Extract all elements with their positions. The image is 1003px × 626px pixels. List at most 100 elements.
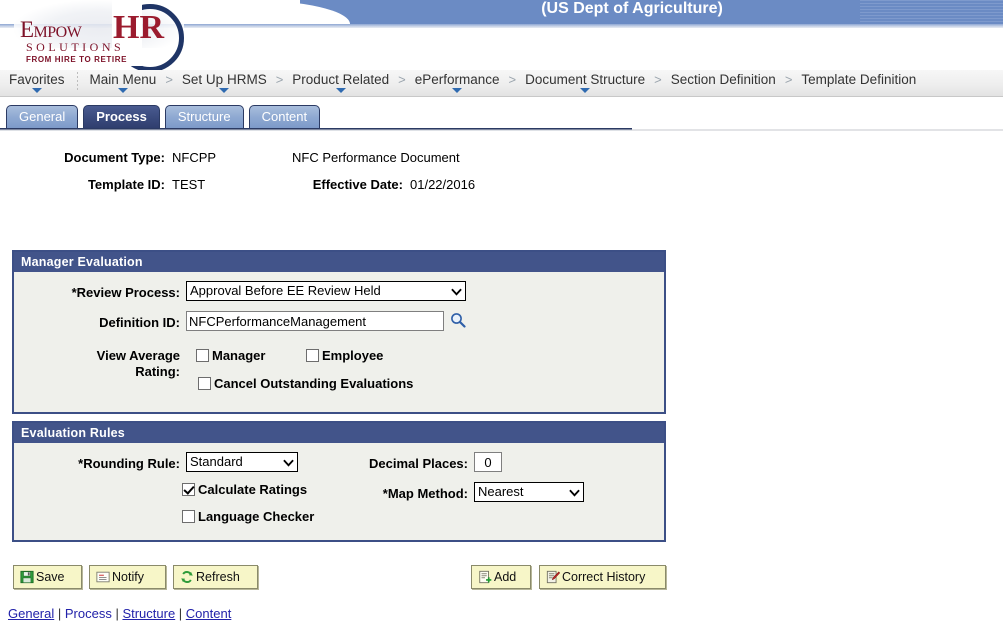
document-type-description: NFC Performance Document (292, 150, 460, 165)
employee-checkbox-label: Employee (322, 348, 384, 363)
manager-evaluation-title: Manager Evaluation (14, 252, 664, 272)
chevron-down-icon[interactable] (452, 88, 463, 93)
breadcrumb: Favorites Main Menu > Set Up HRMS > Product R… (0, 70, 1003, 97)
page-header: (US Dept of Agriculture) Empow HR SOLUTI… (0, 0, 1003, 70)
evaluation-rules-body: *Rounding Rule: Standard Decimal Places:… (14, 443, 664, 536)
tab-content[interactable]: Content (248, 105, 321, 128)
manager-checkbox-row[interactable]: Manager (196, 348, 265, 363)
chevron-down-icon (569, 489, 580, 497)
add-button[interactable]: Add (471, 565, 531, 589)
document-type-value: NFCPP (172, 150, 217, 165)
footer-link-content[interactable]: Content (186, 606, 232, 621)
effective-date-value: 01/22/2016 (410, 177, 476, 192)
breadcrumb-item-label: Favorites (9, 72, 65, 87)
correct-history-button-label: Correct History (562, 570, 646, 584)
breadcrumb-item-set-up-hrms[interactable]: Set Up HRMS (175, 70, 274, 96)
breadcrumb-divider (76, 72, 78, 90)
tab-underline (0, 128, 632, 131)
breadcrumb-separator: > (508, 72, 517, 87)
add-document-icon (478, 570, 492, 584)
chevron-down-icon[interactable] (335, 88, 346, 93)
save-button[interactable]: Save (13, 565, 82, 589)
save-button-label: Save (36, 570, 65, 584)
correct-history-pencil-icon (546, 570, 561, 584)
empowhr-logo[interactable]: Empow HR SOLUTIONS FROM HIRE TO RETIRE (8, 0, 208, 70)
tab-process[interactable]: Process (83, 105, 160, 128)
footer-link-general[interactable]: General (8, 606, 54, 621)
employee-checkbox-row[interactable]: Employee (306, 348, 383, 363)
footer-links: General | Process | Structure | Content (8, 606, 231, 622)
cancel-outstanding-checkbox-row[interactable]: Cancel Outstanding Evaluations (198, 376, 413, 391)
rounding-rule-value: Standard (190, 454, 243, 469)
breadcrumb-item-section-definition[interactable]: Section Definition (664, 70, 783, 96)
header-stripe-pattern (860, 0, 1003, 24)
effective-date-label: Effective Date: (312, 177, 403, 192)
breadcrumb-item-label: Set Up HRMS (181, 72, 267, 87)
lookup-search-icon[interactable] (450, 312, 466, 328)
tab-structure[interactable]: Structure (164, 105, 244, 128)
manager-checkbox[interactable] (196, 349, 209, 362)
template-id-row: Template ID: TEST Effective Date: 01/22/… (0, 170, 1003, 196)
logo-solutions-text: SOLUTIONS (26, 40, 125, 54)
view-average-rating-label-line2: Rating: (135, 364, 180, 379)
correct-history-button[interactable]: Correct History (539, 565, 666, 589)
rounding-rule-select[interactable]: Standard (186, 452, 298, 472)
definition-id-label: Definition ID: (99, 315, 180, 330)
calculate-ratings-checkbox[interactable] (182, 483, 195, 496)
breadcrumb-item-label: Template Definition (801, 72, 917, 87)
calculate-ratings-checkbox-row[interactable]: Calculate Ratings (182, 482, 307, 497)
chevron-down-icon (283, 459, 294, 467)
breadcrumb-item-product-related[interactable]: Product Related (285, 70, 396, 96)
breadcrumb-item-label: Main Menu (89, 72, 157, 87)
document-info: Document Type: NFCPP NFC Performance Doc… (0, 144, 1003, 200)
footer-sep-1: | (54, 606, 65, 621)
breadcrumb-item-favorites[interactable]: Favorites (2, 70, 72, 96)
breadcrumb-separator: > (275, 72, 284, 87)
review-process-select[interactable]: Approval Before EE Review Held (186, 281, 466, 301)
chevron-down-icon[interactable] (117, 88, 128, 93)
breadcrumb-separator: > (398, 72, 406, 87)
footer-sep-3: | (175, 606, 186, 621)
chevron-down-icon[interactable] (580, 88, 591, 93)
refresh-button[interactable]: Refresh (173, 565, 258, 589)
map-method-label: *Map Method: (382, 486, 468, 501)
map-method-select[interactable]: Nearest (474, 482, 584, 502)
breadcrumb-separator: > (784, 72, 793, 87)
view-average-rating-label-line1: View Average (96, 348, 180, 363)
cancel-outstanding-evaluations-label: Cancel Outstanding Evaluations (214, 376, 414, 391)
manager-evaluation-group: Manager Evaluation *Review Process: Appr… (12, 250, 666, 414)
notify-button[interactable]: Notify (89, 565, 166, 589)
logo-empow-text: Empow (20, 17, 82, 42)
document-type-label: Document Type: (64, 150, 165, 165)
evaluation-rules-group: Evaluation Rules *Rounding Rule: Standar… (12, 421, 666, 542)
chevron-down-icon (451, 288, 462, 296)
employee-checkbox[interactable] (306, 349, 319, 362)
tab-general[interactable]: General (6, 105, 79, 128)
map-method-value: Nearest (478, 484, 524, 499)
notify-button-label: Notify (112, 570, 144, 584)
breadcrumb-item-document-structure[interactable]: Document Structure (518, 70, 652, 96)
notify-memo-icon (96, 570, 110, 584)
footer-link-structure[interactable]: Structure (122, 606, 175, 621)
rounding-rule-label: *Rounding Rule: (78, 456, 180, 471)
definition-id-input[interactable] (186, 311, 444, 331)
header-title: (US Dept of Agriculture) (541, 0, 723, 17)
chevron-down-icon[interactable] (31, 88, 42, 93)
footer-link-process[interactable]: Process (65, 606, 112, 621)
breadcrumb-item-label: Document Structure (525, 72, 646, 87)
language-checker-checkbox-row[interactable]: Language Checker (182, 509, 314, 524)
decimal-places-input[interactable] (474, 452, 502, 472)
breadcrumb-item-template-definition[interactable]: Template Definition (794, 70, 923, 96)
chevron-down-icon[interactable] (219, 88, 230, 93)
manager-checkbox-label: Manager (212, 348, 266, 363)
breadcrumb-item-main-menu[interactable]: Main Menu (83, 70, 164, 96)
refresh-arrows-icon (180, 570, 194, 584)
breadcrumb-item-label: Product Related (292, 72, 390, 87)
manager-evaluation-body: *Review Process: Approval Before EE Revi… (14, 272, 664, 408)
document-type-row: Document Type: NFCPP NFC Performance Doc… (0, 144, 1003, 170)
template-id-label: Template ID: (87, 177, 165, 192)
breadcrumb-item-label: Section Definition (670, 72, 776, 87)
language-checker-checkbox[interactable] (182, 510, 195, 523)
cancel-outstanding-evaluations-checkbox[interactable] (198, 377, 211, 390)
breadcrumb-item-eperformance[interactable]: ePerformance (408, 70, 507, 96)
